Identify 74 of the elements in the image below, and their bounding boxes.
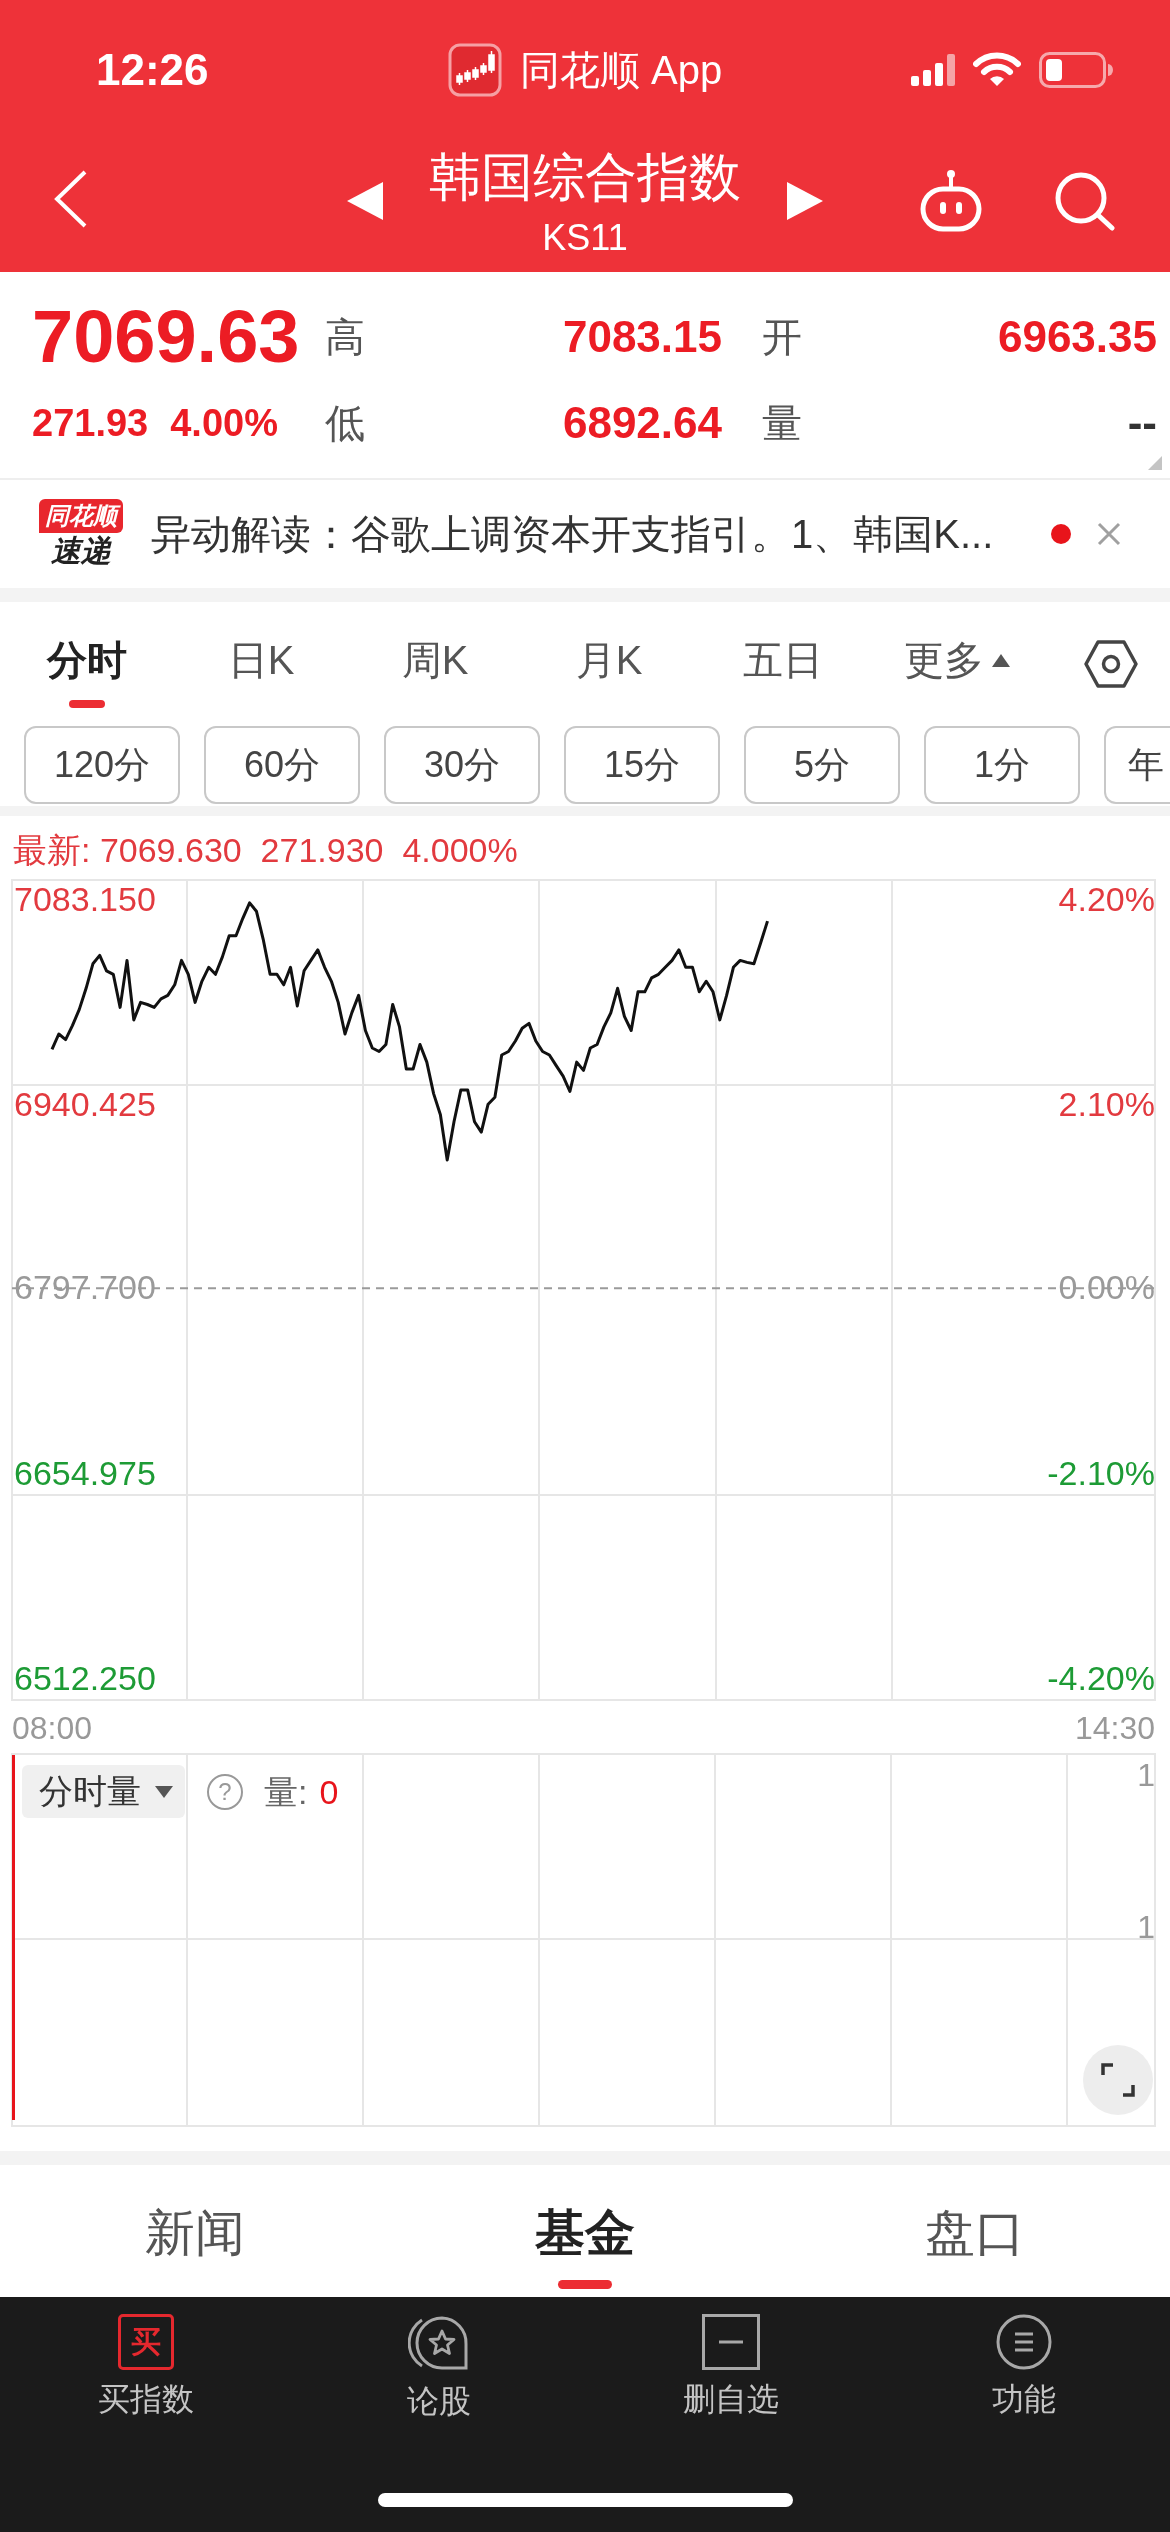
- right-triangle-icon[interactable]: [787, 182, 823, 220]
- index-title: 韩国综合指数: [429, 148, 741, 206]
- star-bubble-icon: [407, 2314, 470, 2372]
- volume-axis-label: 1: [1137, 1909, 1155, 1945]
- section-tab[interactable]: 盘口: [925, 2165, 1025, 2297]
- left-triangle-icon[interactable]: [347, 182, 383, 220]
- stat-label: 低: [325, 400, 365, 446]
- minus-square-icon: [702, 2314, 761, 2370]
- price-axis-label: 6940.425: [14, 1085, 156, 1123]
- period-button[interactable]: 年: [1104, 726, 1170, 804]
- settings-icon[interactable]: [1084, 640, 1138, 688]
- time-axis-label: 14:30: [1074, 1710, 1156, 1746]
- price-axis-label: 6654.975: [14, 1454, 156, 1492]
- more-tab[interactable]: 更多: [870, 602, 1044, 708]
- percent-axis-label: 2.10%: [1058, 1085, 1155, 1123]
- stat-label: 量: [762, 400, 802, 446]
- section-tab[interactable]: 基金: [535, 2165, 635, 2297]
- caret-up-icon: [992, 653, 1010, 667]
- latest-quote: 最新: 7069.630 271.930 4.000%: [13, 831, 518, 869]
- chart-tab[interactable]: 分时: [0, 602, 174, 708]
- toolbar-button[interactable]: 买 买指数: [98, 2297, 195, 2447]
- stat-value: 6963.35: [997, 312, 1157, 362]
- back-icon: [54, 170, 88, 228]
- app-name: 同花顺 App: [519, 47, 723, 93]
- chart-tab[interactable]: 月K: [522, 602, 696, 708]
- battery-icon: [1039, 52, 1113, 88]
- period-button[interactable]: 60分: [204, 726, 360, 804]
- percent-axis-label: -2.10%: [1047, 1454, 1155, 1492]
- toolbar-button[interactable]: 论股: [406, 2297, 471, 2447]
- stat-label: 开: [762, 314, 802, 360]
- signal-icon: [911, 54, 955, 86]
- percent-axis-label: -4.20%: [1047, 1659, 1155, 1697]
- volume-axis-label: 1: [1137, 1757, 1155, 1793]
- indicator-dropdown[interactable]: 分时量: [22, 1765, 185, 1818]
- index-code: KS11: [542, 218, 628, 258]
- search-icon[interactable]: [1054, 171, 1116, 231]
- toolbar-button[interactable]: 删自选: [683, 2297, 780, 2447]
- wifi-icon: [973, 52, 1021, 88]
- robot-icon[interactable]: [920, 169, 982, 233]
- toolbar-button[interactable]: 功能: [991, 2297, 1056, 2447]
- list-circle-icon: [995, 2314, 1052, 2370]
- expand-icon: [1101, 2063, 1135, 2097]
- buy-icon: 买: [118, 2314, 175, 2370]
- app-icon: [447, 43, 502, 97]
- price-axis-label: 6512.250: [14, 1659, 156, 1697]
- stat-value: 6892.64: [562, 398, 722, 448]
- stat-value: --: [1127, 398, 1157, 448]
- section-tab[interactable]: 新闻: [145, 2165, 245, 2297]
- chart-tab[interactable]: 日K: [174, 602, 348, 708]
- stat-value: 7083.15: [562, 312, 722, 362]
- chart-tab[interactable]: 五日: [696, 602, 870, 708]
- percent-change: 4.00%: [170, 401, 278, 445]
- volume-label: 量:: [264, 1771, 308, 1812]
- period-button[interactable]: 1分: [924, 726, 1080, 804]
- news-headline[interactable]: 异动解读：谷歌上调资本开支指引。1、韩国K...: [151, 510, 994, 558]
- time-axis-label: 08:00: [11, 1710, 93, 1746]
- caret-down-icon: [155, 1785, 173, 1798]
- price-change: 271.93: [32, 401, 149, 445]
- period-button[interactable]: 5分: [744, 726, 900, 804]
- status-time: 12:26: [96, 45, 209, 95]
- brand-subtitle: 速递: [51, 533, 111, 569]
- volume-value: 0: [319, 1771, 339, 1812]
- percent-axis-label: 0.00%: [1058, 1268, 1155, 1306]
- price-axis-label: 6797.700: [14, 1268, 156, 1306]
- stat-label: 高: [325, 314, 365, 360]
- close-icon[interactable]: [1097, 522, 1121, 546]
- period-button[interactable]: 120分: [24, 726, 180, 804]
- percent-axis-label: 4.20%: [1058, 880, 1155, 918]
- last-price: 7069.63: [32, 297, 301, 377]
- period-button[interactable]: 30分: [384, 726, 540, 804]
- brand-label: 同花顺: [39, 499, 123, 533]
- price-axis-label: 7083.150: [14, 880, 156, 918]
- chart-tab[interactable]: 周K: [348, 602, 522, 708]
- period-button[interactable]: 15分: [564, 726, 720, 804]
